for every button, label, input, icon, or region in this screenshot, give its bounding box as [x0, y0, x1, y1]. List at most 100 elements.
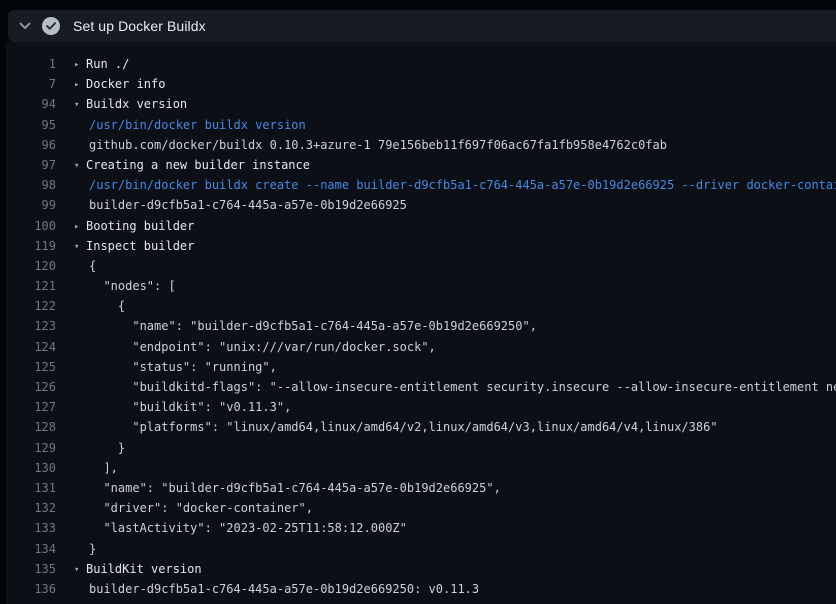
log-line: 135 ▾BuildKit version [6, 559, 836, 579]
line-number[interactable]: 134 [6, 539, 56, 559]
log-group-toggle[interactable]: ▸Docker info [74, 74, 836, 94]
line-number[interactable]: 94 [6, 94, 56, 114]
log-line: 97 ▾Creating a new builder instance [6, 155, 836, 175]
log-line: 94 ▾Buildx version [6, 94, 836, 114]
log-line: 127 "buildkit": "v0.11.3", [6, 397, 836, 417]
log-line: 122 { [6, 296, 836, 316]
step-header[interactable]: Set up Docker Buildx [8, 10, 836, 42]
log-output-text: builder-d9cfb5a1-c764-445a-a57e-0b19d2e6… [74, 579, 836, 599]
log-container: 1▸Run ./7▸Docker info94▾Buildx version95… [6, 42, 836, 604]
log-command-text: /usr/bin/docker buildx create --name bui… [74, 175, 836, 195]
log-line: 129 } [6, 438, 836, 458]
line-number[interactable]: 127 [6, 397, 56, 417]
log-line: 120 { [6, 256, 836, 276]
line-number[interactable]: 121 [6, 276, 56, 296]
chevron-down-icon: ▾ [74, 560, 86, 579]
log-group-toggle[interactable]: ▾Creating a new builder instance [74, 155, 836, 175]
log-line: 124 "endpoint": "unix:///var/run/docker.… [6, 337, 836, 357]
chevron-down-icon: ▾ [74, 95, 86, 114]
log-output-text: "status": "running", [74, 357, 836, 377]
log-output-text: "platforms": "linux/amd64,linux/amd64/v2… [74, 417, 836, 437]
line-number[interactable]: 95 [6, 115, 56, 135]
line-number[interactable]: 129 [6, 438, 56, 458]
line-number[interactable]: 128 [6, 417, 56, 437]
log-command-text: /usr/bin/docker buildx version [74, 115, 836, 135]
log-output-text: { [74, 256, 836, 276]
log-line: 123 "name": "builder-d9cfb5a1-c764-445a-… [6, 316, 836, 336]
log-group-toggle[interactable]: ▸Booting builder [74, 216, 836, 236]
line-number[interactable]: 7 [6, 74, 56, 94]
log-line: 1 ▸Run ./ [6, 54, 836, 74]
line-number[interactable]: 133 [6, 518, 56, 538]
log-output-text: "lastActivity": "2023-02-25T11:58:12.000… [74, 518, 836, 538]
line-number[interactable]: 125 [6, 357, 56, 377]
line-number[interactable]: 98 [6, 175, 56, 195]
log-line: 7 ▸Docker info [6, 74, 836, 94]
chevron-down-icon: ▾ [74, 237, 86, 256]
log-line: 95/usr/bin/docker buildx version [6, 115, 836, 135]
chevron-right-icon: ▸ [74, 217, 86, 236]
log-line: 125 "status": "running", [6, 357, 836, 377]
log-output-text: "nodes": [ [74, 276, 836, 296]
step-title: Set up Docker Buildx [73, 18, 206, 34]
log-group-title: Booting builder [86, 219, 194, 233]
log-output-text: "driver": "docker-container", [74, 498, 836, 518]
line-number[interactable]: 122 [6, 296, 56, 316]
log-group-title: Run ./ [86, 57, 129, 71]
log-group-toggle[interactable]: ▾BuildKit version [74, 559, 836, 579]
log-line: 98/usr/bin/docker buildx create --name b… [6, 175, 836, 195]
log-line: 131 "name": "builder-d9cfb5a1-c764-445a-… [6, 478, 836, 498]
log-output-text: "name": "builder-d9cfb5a1-c764-445a-a57e… [74, 316, 836, 336]
line-number[interactable]: 1 [6, 54, 56, 74]
log-line: 132 "driver": "docker-container", [6, 498, 836, 518]
line-number[interactable]: 120 [6, 256, 56, 276]
line-number[interactable]: 126 [6, 377, 56, 397]
chevron-down-icon[interactable] [8, 22, 42, 30]
log-output-text: github.com/docker/buildx 0.10.3+azure-1 … [74, 135, 836, 155]
log-group-title: Docker info [86, 77, 165, 91]
log-output-text: "endpoint": "unix:///var/run/docker.sock… [74, 337, 836, 357]
line-number[interactable]: 119 [6, 236, 56, 256]
log-output-text: } [74, 539, 836, 559]
chevron-right-icon: ▸ [74, 75, 86, 94]
log-group-toggle[interactable]: ▾Buildx version [74, 94, 836, 114]
log-line: 121 "nodes": [ [6, 276, 836, 296]
log-group-title: BuildKit version [86, 562, 202, 576]
log-output-text: ], [74, 458, 836, 478]
chevron-down-icon: ▾ [74, 156, 86, 175]
log-line: 99 builder-d9cfb5a1-c764-445a-a57e-0b19d2… [6, 195, 836, 215]
line-number[interactable]: 135 [6, 559, 56, 579]
line-number[interactable]: 130 [6, 458, 56, 478]
line-number[interactable]: 132 [6, 498, 56, 518]
log-line: 100 ▸Booting builder [6, 216, 836, 236]
log-group-toggle[interactable]: ▸Run ./ [74, 54, 836, 74]
log-output-text: builder-d9cfb5a1-c764-445a-a57e-0b19d2e6… [74, 195, 836, 215]
log-line: 96 github.com/docker/buildx 0.10.3+azure-… [6, 135, 836, 155]
log-line: 128 "platforms": "linux/amd64,linux/amd6… [6, 417, 836, 437]
log-output-text: "name": "builder-d9cfb5a1-c764-445a-a57e… [74, 478, 836, 498]
line-number[interactable]: 97 [6, 155, 56, 175]
line-number[interactable]: 100 [6, 216, 56, 236]
log-line: 119 ▾Inspect builder [6, 236, 836, 256]
log-group-title: Inspect builder [86, 239, 194, 253]
log-line: 126 "buildkitd-flags": "--allow-insecure… [6, 377, 836, 397]
log-line: 134} [6, 539, 836, 559]
log-group-title: Creating a new builder instance [86, 158, 310, 172]
line-number[interactable]: 136 [6, 579, 56, 599]
log-output-text: } [74, 438, 836, 458]
chevron-right-icon: ▸ [74, 55, 86, 74]
log-line: 133 "lastActivity": "2023-02-25T11:58:12… [6, 518, 836, 538]
line-number[interactable]: 99 [6, 195, 56, 215]
line-number[interactable]: 124 [6, 337, 56, 357]
line-number[interactable]: 123 [6, 316, 56, 336]
log-group-title: Buildx version [86, 97, 187, 111]
log-line: 130 ], [6, 458, 836, 478]
log-output-text: { [74, 296, 836, 316]
line-number[interactable]: 131 [6, 478, 56, 498]
log-output-text: "buildkitd-flags": "--allow-insecure-ent… [74, 377, 836, 397]
log-group-toggle[interactable]: ▾Inspect builder [74, 236, 836, 256]
line-number[interactable]: 96 [6, 135, 56, 155]
check-circle-icon [42, 17, 60, 35]
log-line: 136 builder-d9cfb5a1-c764-445a-a57e-0b19d… [6, 579, 836, 599]
log-output-text: "buildkit": "v0.11.3", [74, 397, 836, 417]
